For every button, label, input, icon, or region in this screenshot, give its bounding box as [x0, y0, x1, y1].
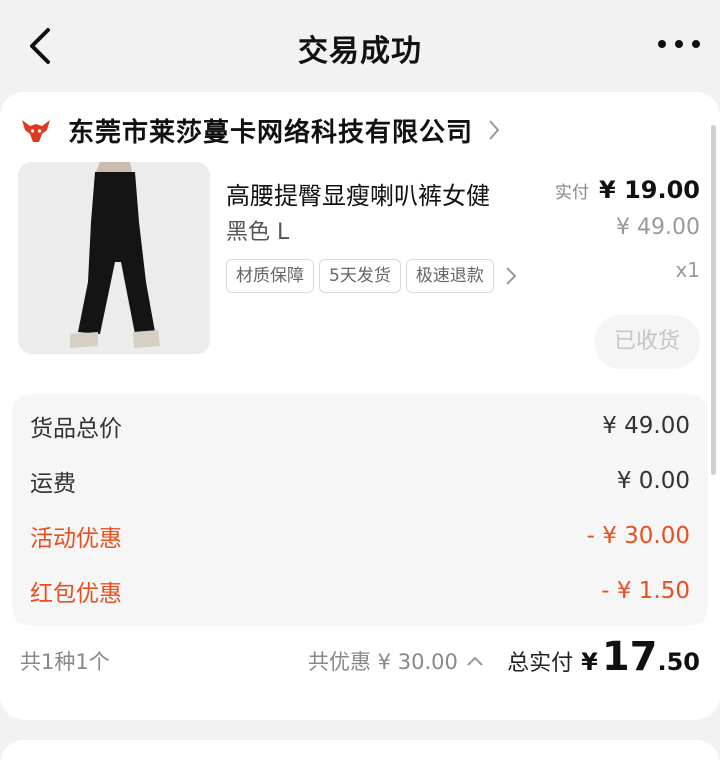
summary-label: 货品总价 — [30, 416, 122, 442]
summary-row-promo: 活动优惠 - ¥ 30.00 — [30, 518, 690, 554]
service-tag: 材质保障 — [226, 259, 314, 293]
grand-total: 总实付 ¥ 17 .50 — [507, 634, 700, 680]
summary-label: 运费 — [30, 471, 76, 497]
summary-label: 红包优惠 — [30, 581, 122, 607]
service-tag: 极速退款 — [405, 259, 494, 293]
total-discount[interactable]: 共优惠 ¥ 30.00 — [308, 646, 484, 676]
paid-price: ¥ 19.00 — [599, 176, 700, 204]
item-count: 共1种1个 — [20, 650, 110, 674]
next-card — [0, 740, 720, 780]
summary-row-total: 货品总价 ¥ 49.00 — [30, 408, 690, 444]
service-tag: 5天发货 — [319, 259, 401, 293]
order-card: 东莞市莱莎蔓卡网络科技有限公司 高腰提臀显瘦喇叭裤女健 黑色 L 材质保障 5天… — [0, 92, 720, 720]
price-summary: 货品总价 ¥ 49.00 运费 ¥ 0.00 活动优惠 - ¥ 30.00 红包… — [12, 394, 708, 626]
original-price: ¥ 49.00 — [616, 215, 700, 240]
total-row: 共1种1个 共优惠 ¥ 30.00 总实付 ¥ 17 .50 — [0, 634, 720, 690]
more-dots-icon[interactable] — [656, 36, 702, 52]
product-image[interactable] — [18, 162, 210, 354]
product-photo — [18, 162, 210, 354]
total-discount-text: 共优惠 ¥ 30.00 — [308, 650, 458, 674]
scrollbar[interactable] — [711, 125, 716, 475]
product-title[interactable]: 高腰提臀显瘦喇叭裤女健 — [226, 176, 546, 211]
service-tags[interactable]: 材质保障 5天发货 极速退款 — [226, 259, 517, 293]
chevron-right-icon — [489, 120, 500, 140]
chevron-up-icon — [467, 656, 483, 666]
paid-label: 实付 — [555, 183, 590, 203]
shop-name: 东莞市莱莎蔓卡网络科技有限公司 — [68, 117, 474, 148]
shop-logo-icon — [22, 120, 50, 142]
grand-total-integer: 17 — [601, 634, 658, 680]
quantity: x1 — [675, 258, 700, 282]
grand-total-currency: ¥ — [581, 648, 598, 676]
grand-total-decimal: .50 — [657, 648, 700, 676]
nav-bar: 交易成功 — [0, 0, 720, 92]
summary-label: 活动优惠 — [30, 526, 122, 552]
summary-row-shipping: 运费 ¥ 0.00 — [30, 463, 690, 499]
page-title: 交易成功 — [298, 34, 422, 69]
chevron-right-icon — [506, 267, 517, 285]
summary-value: - ¥ 30.00 — [586, 523, 690, 549]
received-button[interactable]: 已收货 — [594, 315, 700, 369]
product-spec: 黑色 L — [226, 220, 290, 245]
summary-value: ¥ 49.00 — [602, 413, 690, 439]
shop-header[interactable]: 东莞市莱莎蔓卡网络科技有限公司 — [20, 110, 501, 150]
summary-value: - ¥ 1.50 — [601, 578, 690, 604]
paid-price-row: 实付 ¥ 19.00 — [555, 176, 700, 204]
summary-value: ¥ 0.00 — [616, 468, 690, 494]
grand-total-label: 总实付 — [507, 651, 574, 676]
summary-row-redpacket: 红包优惠 - ¥ 1.50 — [30, 573, 690, 609]
